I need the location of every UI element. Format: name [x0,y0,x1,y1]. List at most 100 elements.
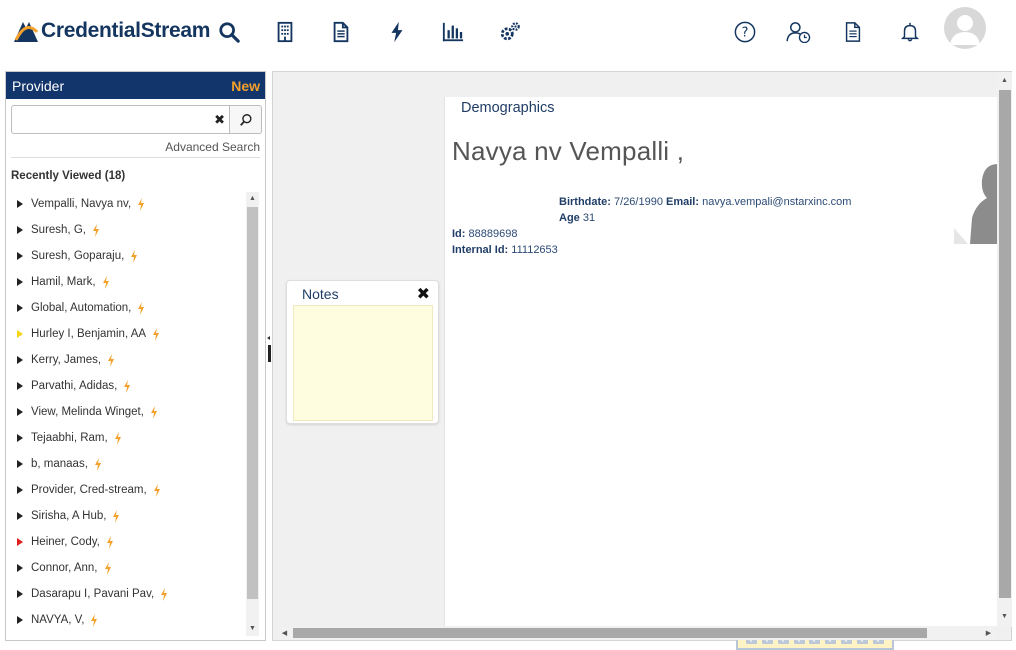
advanced-search-link[interactable]: Advanced Search [165,140,260,154]
quick-action-lightning-icon[interactable] [153,483,161,497]
new-provider-button[interactable]: New [231,78,260,94]
provider-name-label: Connor, Ann, [31,562,98,574]
document-icon[interactable] [329,20,353,44]
age-value: 31 [582,212,596,224]
list-item[interactable]: Tejaabhi, Ram, [6,425,246,451]
quick-action-lightning-icon[interactable] [92,223,100,237]
scroll-left-arrow[interactable]: ◀ [278,627,291,640]
list-item[interactable]: Sirisha, A Hub, [6,503,246,529]
scroll-up-arrow[interactable]: ▲ [998,74,1011,87]
internal-id-label: Internal Id: [452,244,509,256]
expand-arrow-icon[interactable] [17,590,23,598]
workspace-vertical-scrollbar[interactable]: ▲ ▼ [997,72,1012,627]
close-icon[interactable]: ✖ [417,284,430,304]
search-button[interactable] [230,105,262,134]
quick-action-lightning-icon[interactable] [160,587,168,601]
list-item[interactable]: NAVYA, V, [6,607,246,633]
birthdate-label: Birthdate: [559,196,611,208]
help-icon[interactable]: ? [733,20,757,44]
list-item[interactable]: Hamil, Mark, [6,269,246,295]
lightning-icon[interactable] [385,20,409,44]
provider-search-input[interactable] [12,106,202,133]
app-logo[interactable]: CredentialStream [13,16,210,46]
expand-arrow-icon[interactable] [17,434,23,442]
provider-name-label: NAVYA, V, [31,614,85,626]
provider-name-label: View, Melinda Winget, [31,406,144,418]
quick-action-lightning-icon[interactable] [130,249,138,263]
expand-arrow-icon[interactable] [17,226,23,234]
recent-list-scrollbar[interactable]: ▲ ▼ [246,192,259,636]
report-icon[interactable] [841,20,865,44]
scroll-up-arrow[interactable]: ▲ [246,192,259,205]
user-avatar[interactable] [944,7,986,49]
list-item[interactable]: b, manaas, [6,451,246,477]
quick-action-lightning-icon[interactable] [152,327,160,341]
expand-arrow-icon[interactable] [17,330,23,338]
scroll-right-arrow[interactable]: ▶ [982,627,995,640]
list-item[interactable]: Heiner, Cody, [6,529,246,555]
building-icon[interactable] [273,20,297,44]
provider-panel-title: Provider [12,77,65,94]
quick-action-lightning-icon[interactable] [123,379,131,393]
expand-arrow-icon[interactable] [17,252,23,260]
quick-action-lightning-icon[interactable] [114,431,122,445]
expand-arrow-icon[interactable] [17,564,23,572]
svg-text:?: ? [742,26,749,41]
horizontal-scrollbar-thumb[interactable] [293,628,927,638]
bar-chart-icon[interactable] [441,20,465,44]
provider-name-label: Hamil, Mark, [31,276,96,288]
quick-action-lightning-icon[interactable] [137,301,145,315]
provider-panel: Provider New ✖ Advanced Search Recently … [5,71,266,641]
provider-panel-header: Provider New [6,72,265,99]
list-item[interactable]: Suresh, Goparaju, [6,243,246,269]
vertical-scrollbar-thumb[interactable] [999,90,1011,598]
list-item[interactable]: Provider, Cred-stream, [6,477,246,503]
expand-arrow-icon[interactable] [17,200,23,208]
expand-arrow-icon[interactable] [17,408,23,416]
search-icon[interactable] [217,20,241,44]
quick-action-lightning-icon[interactable] [102,275,110,289]
clear-search-icon[interactable]: ✖ [214,112,225,128]
expand-arrow-icon[interactable] [17,512,23,520]
expand-arrow-icon[interactable] [17,538,23,546]
notes-textarea[interactable] [293,305,433,421]
settings-gears-icon[interactable] [498,20,522,44]
quick-action-lightning-icon[interactable] [107,353,115,367]
expand-arrow-icon[interactable] [17,616,23,624]
internal-id-field: Internal Id: 11112653 [452,244,558,256]
provider-name-label: Parvathi, Adidas, [31,380,118,392]
expand-arrow-icon[interactable] [17,356,23,364]
email-value[interactable]: navya.vempali@nstarxinc.com [702,196,851,208]
scrollbar-thumb[interactable] [247,207,258,599]
expand-arrow-icon[interactable] [17,304,23,312]
workspace-horizontal-scrollbar[interactable]: ◀ ▶ [278,626,997,640]
magnifier-icon [239,113,252,126]
list-item[interactable]: Hurley I, Benjamin, AA [6,321,246,347]
quick-action-lightning-icon[interactable] [104,561,112,575]
list-item[interactable]: Dasarapu I, Pavani Pav, [6,581,246,607]
list-item[interactable]: Vempalli, Navya nv, [6,191,246,217]
quick-action-lightning-icon[interactable] [90,613,98,627]
expand-arrow-icon[interactable] [17,278,23,286]
quick-action-lightning-icon[interactable] [150,405,158,419]
expand-arrow-icon[interactable] [17,460,23,468]
list-item[interactable]: Kerry, James, [6,347,246,373]
quick-action-lightning-icon[interactable] [112,509,120,523]
id-field: Id: 88889698 [452,228,517,240]
list-item[interactable]: Connor, Ann, [6,555,246,581]
notes-widget: Notes ✖ [286,280,439,424]
provider-name-label: Vempalli, Navya nv, [31,198,132,210]
scroll-down-arrow[interactable]: ▼ [246,622,259,635]
list-item[interactable]: Parvathi, Adidas, [6,373,246,399]
quick-action-lightning-icon[interactable] [106,535,114,549]
list-item[interactable]: Suresh, G, [6,217,246,243]
scroll-down-arrow[interactable]: ▼ [998,610,1011,623]
expand-arrow-icon[interactable] [17,486,23,494]
expand-arrow-icon[interactable] [17,382,23,390]
user-clock-icon[interactable] [785,20,813,44]
list-item[interactable]: View, Melinda Winget, [6,399,246,425]
list-item[interactable]: Global, Automation, [6,295,246,321]
quick-action-lightning-icon[interactable] [94,457,102,471]
quick-action-lightning-icon[interactable] [137,197,145,211]
bell-icon[interactable] [898,20,922,44]
